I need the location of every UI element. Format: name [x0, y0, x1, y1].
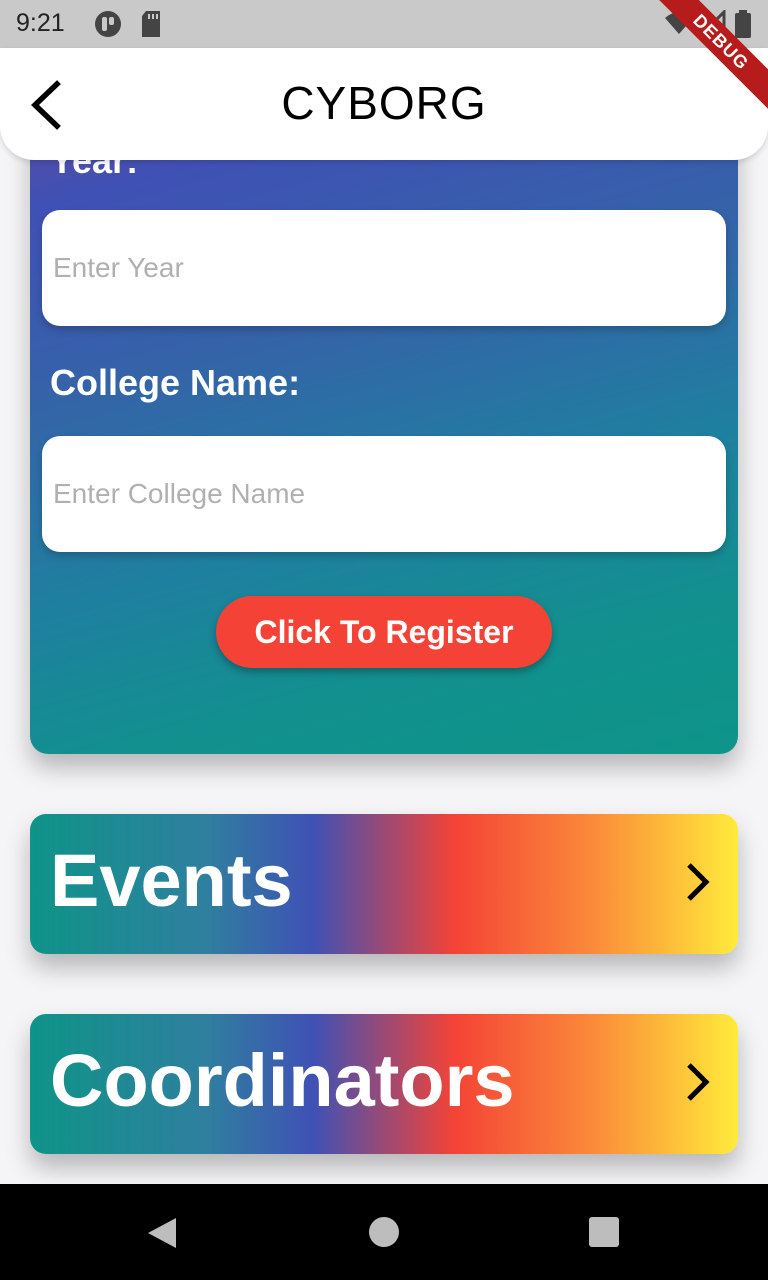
page-title: CYBORG — [281, 77, 487, 129]
year-input[interactable] — [42, 210, 726, 326]
back-triangle-icon[interactable] — [144, 1216, 178, 1255]
register-button[interactable]: Click To Register — [216, 596, 552, 668]
chevron-right-icon — [687, 1063, 710, 1101]
app-bar: CYBORG — [0, 48, 768, 160]
sd-card-icon — [140, 10, 162, 43]
menu-item-events[interactable]: Events — [30, 814, 738, 954]
college-name-input[interactable] — [42, 436, 726, 552]
year-field[interactable] — [42, 210, 726, 326]
college-name-field[interactable] — [42, 436, 726, 552]
menu-item-coordinators[interactable]: Coordinators — [30, 1014, 738, 1154]
college-name-label: College Name: — [50, 362, 301, 403]
system-navigation-bar — [0, 1184, 768, 1280]
chevron-right-icon — [687, 863, 710, 901]
menu-item-label: Events — [50, 839, 293, 922]
status-bar: 9:21 — [0, 0, 768, 48]
menu-item-label: Coordinators — [50, 1039, 515, 1122]
app-notification-icon — [94, 10, 122, 43]
home-circle-icon[interactable] — [368, 1216, 400, 1253]
status-time: 9:21 — [16, 9, 65, 37]
registration-card: Year: College Name: Click To Register — [30, 110, 738, 754]
recents-square-icon[interactable] — [588, 1216, 620, 1253]
